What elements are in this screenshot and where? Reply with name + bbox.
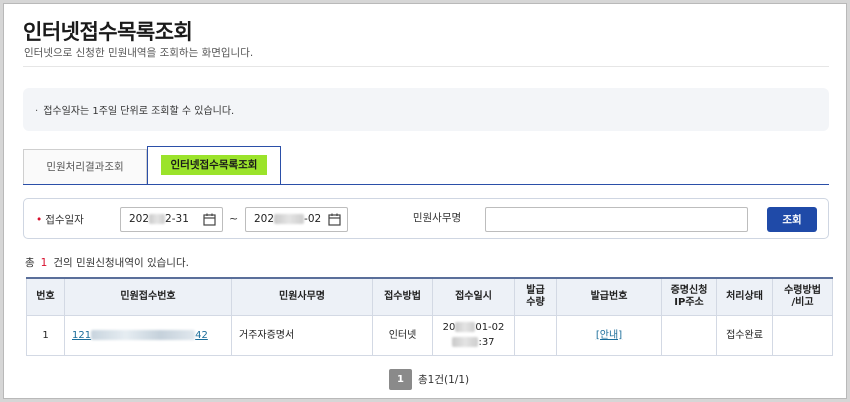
result-count: 1 xyxy=(40,257,48,269)
office-name-label: 민원사무명 xyxy=(412,212,462,224)
date-from-prefix: 202 xyxy=(129,213,150,225)
receipt-prefix: 121 xyxy=(72,329,92,341)
calendar-icon[interactable] xyxy=(328,213,341,226)
tab-bar: 민원처리결과조회 인터넷접수목록조회 xyxy=(23,146,829,185)
cell-quantity xyxy=(514,314,557,356)
col-header-no: 번호 xyxy=(26,277,65,316)
table-row: 1 121 42 거주자증명서 인터넷 20 01-02 :37 [안내] 접수완료 xyxy=(26,314,833,356)
page-frame: 인터넷접수목록조회 인터넷으로 신청한 민원내역을 조회하는 화면입니다. · 접… xyxy=(3,3,847,399)
date-to-field[interactable]: 202 -02 xyxy=(245,207,348,232)
notice-text: 접수일자는 1주일 단위로 조회할 수 있습니다. xyxy=(43,106,235,117)
cell-status: 접수완료 xyxy=(716,314,773,356)
office-name-input[interactable] xyxy=(485,207,748,232)
search-panel: • 접수일자 202 2-31 ~ 202 -02 민원사무명 조회 xyxy=(23,198,829,239)
result-count-text: 총 1 건의 민원신청내역이 있습니다. xyxy=(25,255,189,270)
tab-label: 민원처리결과조회 xyxy=(46,161,124,173)
cell-datetime: 20 01-02 :37 xyxy=(432,314,515,356)
datetime-prefix: 20 xyxy=(442,322,456,333)
col-header-receive: 수령방법 /비고 xyxy=(772,277,833,316)
tab-result-inquiry[interactable]: 민원처리결과조회 xyxy=(23,149,147,184)
result-prefix: 총 xyxy=(25,257,35,269)
receipt-date-label: • 접수일자 xyxy=(36,212,84,227)
col-header-quantity: 발급 수량 xyxy=(514,277,557,316)
page-button-current[interactable]: 1 xyxy=(389,369,412,390)
receipt-no-link[interactable]: 121 42 xyxy=(72,329,208,341)
datetime-time: :37 xyxy=(478,337,495,348)
page-info: 총1건(1/1) xyxy=(418,374,470,386)
datetime-date: 01-02 xyxy=(475,322,505,333)
date-to-prefix: 202 xyxy=(254,213,275,225)
title-divider xyxy=(23,66,829,67)
masked-text xyxy=(455,322,476,332)
masked-text xyxy=(274,214,305,224)
datetime-line1: 20 01-02 xyxy=(433,320,514,335)
result-suffix: 건의 민원신청내역이 있습니다. xyxy=(53,257,189,269)
cell-no: 1 xyxy=(26,314,65,356)
issue-info-link[interactable]: [안내] xyxy=(596,330,622,341)
cell-office: 거주자증명서 xyxy=(231,314,373,356)
masked-text xyxy=(149,214,166,224)
receipt-date-label-text: 접수일자 xyxy=(45,214,84,226)
col-header-office: 민원사무명 xyxy=(231,277,373,316)
masked-text xyxy=(91,329,196,340)
notice-bullet: · xyxy=(35,106,39,117)
col-header-receipt-no: 민원접수번호 xyxy=(64,277,232,316)
date-from-field[interactable]: 202 2-31 xyxy=(120,207,223,232)
datetime-line2: :37 xyxy=(433,335,514,350)
page-description: 인터넷으로 신청한 민원내역을 조회하는 화면입니다. xyxy=(24,47,254,59)
receipt-suffix: 42 xyxy=(195,329,208,341)
required-mark: • xyxy=(36,214,43,226)
page-title: 인터넷접수목록조회 xyxy=(23,20,193,44)
date-separator: ~ xyxy=(229,212,239,225)
calendar-icon[interactable] xyxy=(203,213,216,226)
date-from-suffix: 2-31 xyxy=(165,213,189,225)
col-header-datetime: 접수일시 xyxy=(432,277,515,316)
col-header-issue-no: 발급번호 xyxy=(556,277,662,316)
cell-receive xyxy=(772,314,833,356)
cell-method: 인터넷 xyxy=(372,314,433,356)
tab-internet-receipt-list[interactable]: 인터넷접수목록조회 xyxy=(147,146,281,184)
table-header-row: 번호 민원접수번호 민원사무명 접수방법 접수일시 발급 수량 발급번호 증명신… xyxy=(26,277,833,316)
col-header-ip: 증명신청 IP주소 xyxy=(661,277,717,316)
cell-receipt-no[interactable]: 121 42 xyxy=(64,314,232,356)
search-button[interactable]: 조회 xyxy=(767,207,817,232)
col-header-status: 처리상태 xyxy=(716,277,773,316)
notice-box: · 접수일자는 1주일 단위로 조회할 수 있습니다. xyxy=(23,88,829,131)
receipt-table: 번호 민원접수번호 민원사무명 접수방법 접수일시 발급 수량 발급번호 증명신… xyxy=(26,277,833,356)
col-header-method: 접수방법 xyxy=(372,277,433,316)
tab-underline xyxy=(23,184,829,185)
cell-ip xyxy=(661,314,717,356)
date-to-suffix: -02 xyxy=(304,213,322,225)
tab-label-active: 인터넷접수목록조회 xyxy=(160,155,268,175)
pagination: 1 총1건(1/1) xyxy=(389,369,469,390)
cell-issue-no: [안내] xyxy=(556,314,662,356)
masked-text xyxy=(452,337,479,347)
